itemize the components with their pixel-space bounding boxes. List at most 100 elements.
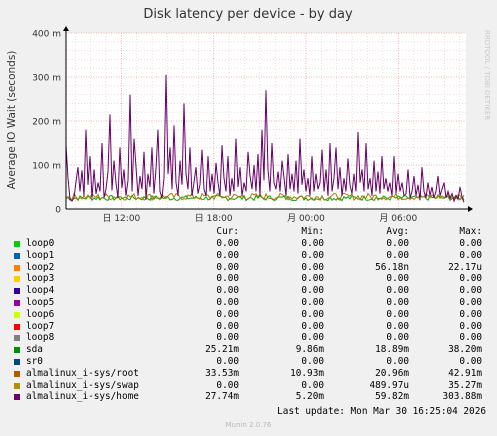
- legend-series-name: sr0: [26, 355, 43, 367]
- y-tick-label: 300 m: [32, 74, 61, 84]
- munin-version: Munin 2.0.76: [225, 421, 272, 429]
- legend-series-name: loop4: [26, 285, 55, 297]
- legend-swatch: [14, 311, 20, 318]
- legend-value-avg: 0.00: [386, 332, 409, 344]
- legend-value-cur: 0.00: [216, 261, 239, 273]
- legend-value-max: 22.17u: [448, 261, 482, 273]
- legend-value-avg: 489.97u: [369, 379, 409, 391]
- x-tick-label: 日 12:00: [102, 213, 140, 224]
- legend-value-min: 0.00: [301, 379, 324, 391]
- legend-value-cur: 0.00: [216, 355, 239, 367]
- legend-value-max: 0.00: [459, 238, 482, 249]
- x-tick-label: 月 06:00: [379, 213, 417, 224]
- legend-value-min: 0.00: [301, 308, 324, 320]
- legend-value-avg: 56.18n: [375, 261, 409, 273]
- legend-value-avg: 0.00: [386, 355, 409, 367]
- legend-row: loop8 0.00 0.00 0.00 0.00: [12, 332, 492, 344]
- legend-value-max: 42.91m: [448, 367, 482, 379]
- legend-row: loop7 0.00 0.00 0.00 0.00: [12, 321, 492, 333]
- legend-value-cur: 33.53m: [205, 367, 239, 379]
- legend-value-cur: 0.00: [216, 285, 239, 297]
- chart-title: Disk latency per device - by day: [143, 7, 353, 22]
- legend-header-max: Max:: [459, 226, 482, 237]
- legend-value-cur: 0.00: [216, 308, 239, 320]
- legend-value-cur: 0.00: [216, 273, 239, 285]
- legend-value-min: 0.00: [301, 273, 324, 285]
- legend-series-name: loop3: [26, 273, 55, 285]
- legend-series-name: loop1: [26, 249, 55, 261]
- x-tick-label: 日 18:00: [195, 213, 233, 224]
- legend-value-cur: 0.00: [216, 296, 239, 308]
- legend-row: loop2 0.00 0.00 56.18n 22.17u: [12, 262, 492, 274]
- y-tick-label: 400 m: [32, 30, 61, 40]
- legend-value-avg: 18.89m: [375, 344, 409, 356]
- legend-row: almalinux_i-sys/root 33.53m 10.93m 20.96m 42…: [12, 368, 492, 380]
- legend-value-avg: 20.96m: [375, 367, 409, 379]
- legend-row: sr0 0.00 0.00 0.00 0.00: [12, 356, 492, 368]
- legend-series-name: loop8: [26, 332, 55, 344]
- legend-swatch: [14, 370, 20, 377]
- legend-value-min: 0.00: [301, 285, 324, 297]
- legend-value-cur: 0.00: [216, 379, 239, 391]
- legend-value-min: 0.00: [301, 332, 324, 344]
- legend-value-avg: 59.82m: [375, 391, 409, 403]
- legend-value-min: 0.00: [301, 296, 324, 308]
- legend-value-cur: 25.21m: [205, 344, 239, 356]
- legend-swatch: [14, 335, 20, 342]
- legend-value-max: 0.00: [459, 332, 482, 344]
- legend-row: loop6 0.00 0.00 0.00 0.00: [12, 309, 492, 321]
- legend-value-min: 0.00: [301, 261, 324, 273]
- legend-value-min: 5.20m: [295, 391, 324, 403]
- legend-series-name: almalinux_i-sys/root: [26, 367, 139, 379]
- legend-value-avg: 0.00: [386, 308, 409, 320]
- legend-series-name: loop6: [26, 308, 55, 320]
- legend-row: almalinux_i-sys/swap 0.00 0.00 489.97u 35.27…: [12, 380, 492, 392]
- legend-value-cur: 0.00: [216, 238, 239, 249]
- legend-rows: loop0 0.00 0.00 0.00 0.00 loop1 0.00 0.00 0.00 0.…: [12, 238, 492, 403]
- legend-value-cur: 0.00: [216, 320, 239, 332]
- legend-swatch: [14, 347, 20, 354]
- legend-value-max: 0.00: [459, 308, 482, 320]
- legend-header: Cur: Min: Avg: Max:: [12, 226, 492, 238]
- legend-value-avg: 0.00: [386, 238, 409, 249]
- legend-value-avg: 0.00: [386, 273, 409, 285]
- legend-swatch: [14, 382, 20, 389]
- y-tick-label: 0: [55, 206, 61, 216]
- legend-swatch: [14, 252, 20, 259]
- legend-value-avg: 0.00: [386, 249, 409, 261]
- legend-value-cur: 0.00: [216, 249, 239, 261]
- legend-row: sda 25.21m 9.86m 18.89m 38.20m: [12, 344, 492, 356]
- legend-swatch: [14, 276, 20, 283]
- legend-value-avg: 0.00: [386, 285, 409, 297]
- legend-series-name: almalinux_i-sys/home: [26, 391, 139, 403]
- legend-series-name: loop0: [26, 238, 55, 249]
- legend-value-min: 10.93m: [290, 367, 324, 379]
- legend-value-min: 0.00: [301, 320, 324, 332]
- legend-value-avg: 0.00: [386, 320, 409, 332]
- legend-value-max: 0.00: [459, 296, 482, 308]
- y-tick-label: 100 m: [32, 162, 61, 172]
- legend-row: loop1 0.00 0.00 0.00 0.00: [12, 250, 492, 262]
- legend-row: loop3 0.00 0.00 0.00 0.00: [12, 273, 492, 285]
- legend-swatch: [14, 394, 20, 401]
- legend-series-name: sda: [26, 344, 43, 356]
- legend-value-min: 0.00: [301, 238, 324, 249]
- legend-value-max: 0.00: [459, 355, 482, 367]
- legend-header-avg: Avg:: [386, 226, 409, 237]
- legend-swatch: [14, 358, 20, 365]
- legend-series-name: loop7: [26, 320, 55, 332]
- last-update: Last update: Mon Mar 30 16:25:04 2026: [277, 406, 486, 417]
- legend-value-max: 35.27m: [448, 379, 482, 391]
- legend-series-name: loop5: [26, 296, 55, 308]
- legend-value-max: 0.00: [459, 320, 482, 332]
- legend-swatch: [14, 288, 20, 295]
- y-tick-label: 200 m: [32, 118, 61, 128]
- legend-value-avg: 0.00: [386, 296, 409, 308]
- legend-value-cur: 0.00: [216, 332, 239, 344]
- legend-row: loop0 0.00 0.00 0.00 0.00: [12, 238, 492, 250]
- legend-value-max: 0.00: [459, 249, 482, 261]
- x-tick-label: 月 00:00: [287, 213, 325, 224]
- legend-value-min: 0.00: [301, 249, 324, 261]
- legend-swatch: [14, 241, 20, 247]
- legend-value-min: 9.86m: [295, 344, 324, 356]
